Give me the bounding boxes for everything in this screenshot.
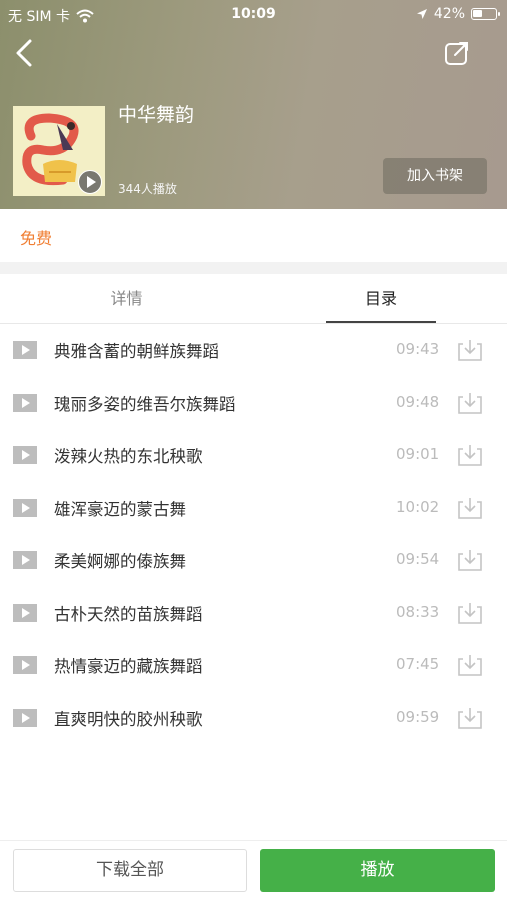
free-label: 免费 [20, 229, 53, 248]
download-icon[interactable] [457, 548, 483, 572]
track-duration: 09:54 [396, 550, 440, 568]
tab-bar: 详情 目录 [0, 274, 507, 324]
download-icon[interactable] [457, 706, 483, 730]
battery-fill [473, 10, 482, 17]
track-list: 典雅含蓄的朝鲜族舞蹈 09:43 瑰丽多姿的维吾尔族舞蹈 09:48 泼辣火热的… [0, 324, 507, 744]
download-icon[interactable] [457, 391, 483, 415]
play-icon[interactable] [13, 656, 37, 674]
track-title: 热情豪迈的藏族舞蹈 [54, 657, 203, 676]
tab-detail[interactable]: 详情 [0, 274, 253, 324]
download-all-button[interactable]: 下载全部 [13, 849, 247, 892]
play-count: 344人播放 [118, 182, 177, 196]
download-icon[interactable] [457, 653, 483, 677]
track-row[interactable]: 雄浑豪迈的蒙古舞 10:02 [0, 482, 507, 535]
download-icon[interactable] [457, 496, 483, 520]
location-arrow-icon [416, 9, 427, 19]
tab-catalog[interactable]: 目录 [326, 274, 436, 324]
bottom-action-bar: 下载全部 播放 [0, 840, 507, 900]
track-row[interactable]: 古朴天然的苗族舞蹈 08:33 [0, 587, 507, 640]
add-to-shelf-button[interactable]: 加入书架 [383, 158, 487, 194]
back-button[interactable] [12, 38, 38, 68]
battery-icon [471, 8, 500, 20]
share-icon [445, 42, 468, 65]
active-tab-indicator [326, 321, 436, 323]
track-row[interactable]: 热情豪迈的藏族舞蹈 07:45 [0, 639, 507, 692]
track-duration: 08:33 [396, 602, 440, 621]
download-icon[interactable] [457, 338, 483, 362]
chevron-left-icon [16, 39, 32, 67]
track-duration: 07:45 [396, 655, 440, 673]
track-title: 泼辣火热的东北秧歌 [54, 447, 203, 466]
status-right: 42% [416, 6, 500, 22]
album-header: 无 SIM 卡 10:09 42% 中华舞韵 344人播放 加入书架 [0, 0, 507, 209]
track-duration: 10:02 [396, 497, 440, 516]
track-title: 雄浑豪迈的蒙古舞 [54, 499, 186, 519]
play-button[interactable]: 播放 [260, 849, 495, 892]
play-icon[interactable] [13, 708, 37, 727]
play-icon[interactable] [13, 551, 37, 569]
track-duration: 09:48 [396, 392, 440, 411]
track-title: 典雅含蓄的朝鲜族舞蹈 [54, 342, 219, 361]
cover-play-icon[interactable] [78, 170, 102, 194]
track-duration: 09:59 [396, 707, 440, 726]
track-row[interactable]: 直爽明快的胶州秧歌 09:59 [0, 692, 507, 745]
track-title: 柔美婀娜的傣族舞 [54, 552, 186, 571]
track-title: 瑰丽多姿的维吾尔族舞蹈 [54, 394, 236, 414]
track-duration: 09:01 [396, 445, 440, 463]
price-row: 免费 [0, 209, 507, 262]
track-row[interactable]: 瑰丽多姿的维吾尔族舞蹈 09:48 [0, 377, 507, 430]
battery-percent: 42% [433, 6, 465, 22]
section-divider [0, 262, 507, 274]
play-icon[interactable] [13, 341, 37, 359]
track-row[interactable]: 典雅含蓄的朝鲜族舞蹈 09:43 [0, 324, 507, 377]
track-row[interactable]: 泼辣火热的东北秧歌 09:01 [0, 429, 507, 482]
track-title: 古朴天然的苗族舞蹈 [54, 604, 203, 624]
status-bar: 无 SIM 卡 10:09 42% [0, 0, 507, 30]
download-icon[interactable] [457, 443, 483, 467]
track-row[interactable]: 柔美婀娜的傣族舞 09:54 [0, 534, 507, 587]
play-icon[interactable] [13, 603, 37, 622]
play-icon[interactable] [13, 446, 37, 464]
play-icon[interactable] [13, 393, 37, 412]
track-duration: 09:43 [396, 340, 440, 358]
download-icon[interactable] [457, 601, 483, 625]
album-title: 中华舞韵 [118, 104, 195, 126]
play-icon[interactable] [13, 498, 37, 517]
share-button[interactable] [444, 40, 470, 66]
track-title: 直爽明快的胶州秧歌 [54, 709, 203, 729]
